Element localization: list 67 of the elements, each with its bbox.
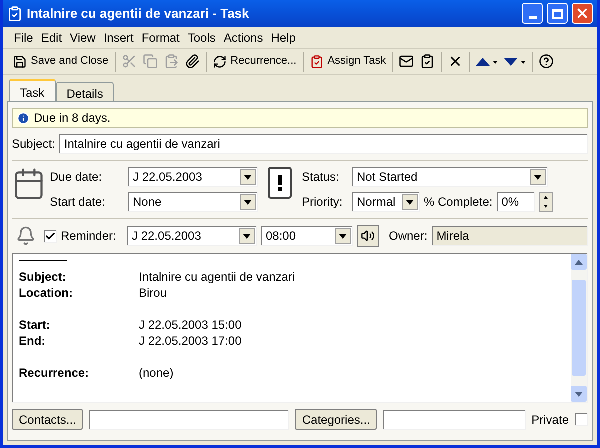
- field-label: % Complete:: [424, 194, 493, 211]
- calendar-icon: [12, 167, 46, 201]
- private-checkbox[interactable]: [575, 413, 588, 426]
- field-label: Owner:: [389, 228, 428, 245]
- priority-dropdown[interactable]: Normal: [352, 192, 420, 212]
- field-label: Due date:: [50, 169, 104, 186]
- note-value: J 22.05.2003 15:00: [139, 317, 242, 334]
- note-label: Subject:: [19, 269, 68, 286]
- spinner-control[interactable]: [538, 192, 553, 212]
- menu-item[interactable]: Edit: [38, 28, 66, 46]
- window-title: Intalnire cu agentii de vanzari - Task: [27, 4, 250, 23]
- field-label: Reminder:: [61, 228, 118, 245]
- close-icon: [575, 6, 590, 21]
- menu-item[interactable]: View: [67, 28, 99, 46]
- reminder-time-dropdown[interactable]: 08:00: [261, 226, 353, 246]
- field-label: Subject:: [12, 136, 56, 153]
- owner-field[interactable]: Mirela: [432, 226, 588, 246]
- toolbar-button[interactable]: Recurrence...: [210, 50, 299, 72]
- toolbar-button[interactable]: Save and Close: [11, 50, 111, 72]
- menu-item[interactable]: Tools: [184, 28, 219, 46]
- tab[interactable]: Task: [9, 79, 56, 101]
- note-value: J 22.05.2003 17:00: [139, 333, 242, 350]
- menu-item[interactable]: Format: [138, 28, 183, 46]
- subject-field[interactable]: Intalnire cu agentii de vanzari: [59, 134, 588, 154]
- reminder-date-dropdown[interactable]: J 22.05.2003: [127, 226, 257, 246]
- bell-icon: [16, 226, 36, 246]
- field-label: Start date:: [50, 194, 106, 211]
- speaker-icon: [361, 229, 375, 243]
- maximize-button[interactable]: [547, 3, 568, 24]
- start-date-dropdown[interactable]: None: [128, 192, 258, 212]
- task-icon: [7, 6, 23, 22]
- field-label: Status:: [302, 169, 340, 186]
- note-label: Location:: [19, 285, 74, 302]
- menu-item[interactable]: Actions: [220, 28, 266, 46]
- categories-button[interactable]: Categories...: [295, 409, 378, 430]
- note-label: End:: [19, 333, 47, 350]
- scroll-down-icon[interactable]: [575, 392, 583, 396]
- scroll-up-icon[interactable]: [575, 260, 583, 264]
- field-label: Priority:: [302, 194, 344, 211]
- reminder-checkbox[interactable]: [44, 230, 57, 242]
- minimize-button[interactable]: [522, 3, 543, 24]
- menu-item[interactable]: File: [11, 28, 36, 46]
- info-icon: [17, 112, 30, 124]
- note-value: Birou: [139, 285, 168, 302]
- scrollbar[interactable]: [571, 254, 587, 402]
- menu-item[interactable]: Help: [268, 28, 299, 46]
- percent-field[interactable]: 0%: [496, 192, 535, 212]
- note-value: (none): [139, 365, 174, 382]
- tab[interactable]: Details: [56, 82, 114, 101]
- menu-item[interactable]: Insert: [100, 28, 137, 46]
- status-dropdown[interactable]: Not Started: [352, 167, 548, 187]
- contacts-button[interactable]: Contacts...: [12, 409, 84, 430]
- refresh-icon: [212, 54, 227, 68]
- sound-button[interactable]: [357, 225, 379, 247]
- close-button[interactable]: [572, 3, 593, 24]
- note-label: Recurrence:: [19, 365, 90, 382]
- note-value: Intalnire cu agentii de vanzari: [139, 269, 296, 286]
- categories-field[interactable]: [383, 410, 526, 430]
- note-label: Start:: [19, 317, 52, 334]
- toolbar-button[interactable]: Assign Task: [308, 50, 388, 72]
- contacts-field[interactable]: [89, 410, 290, 430]
- priority-icon: [268, 167, 292, 199]
- due-date-dropdown[interactable]: J 22.05.2003: [128, 167, 258, 187]
- info-text: Due in 8 days.: [34, 110, 111, 127]
- field-label: Private: [532, 412, 569, 428]
- clipboard-check-icon: [310, 54, 324, 68]
- notes-area[interactable]: Subject: Intalnire cu agentii de vanzari Location: Birou Start: J 22.05.2003 15:00 End: J 22.05.2003 17:00 Recurrence: (none): [12, 253, 588, 403]
